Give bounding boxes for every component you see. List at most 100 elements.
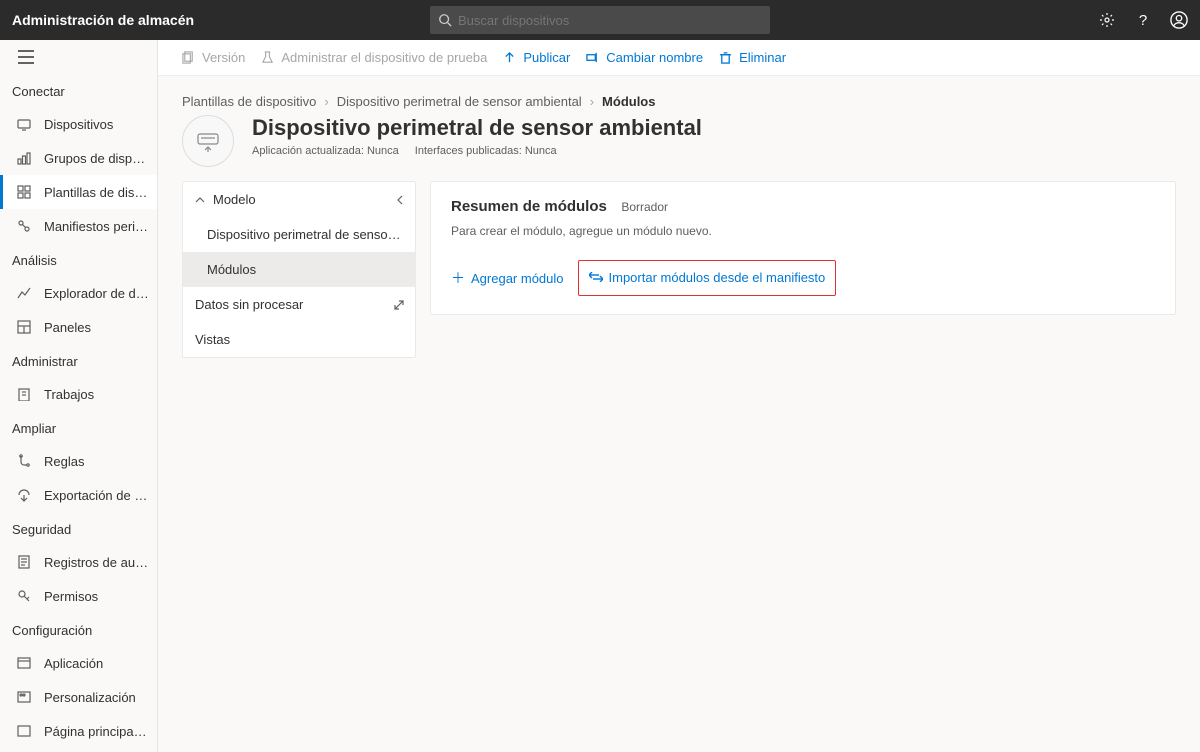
model-tree-root[interactable]: Dispositivo perimetral de sensor am... — [183, 217, 415, 252]
model-tree-vistas[interactable]: Vistas — [183, 322, 415, 357]
model-panel: Modelo Dispositivo perimetral de sensor … — [182, 181, 416, 358]
model-tree-modulos[interactable]: Módulos — [183, 252, 415, 287]
toolbar-label: Versión — [202, 50, 245, 65]
sidebar-item-pagina-principal[interactable]: Página principal de lo — [0, 714, 157, 748]
add-module-button[interactable]: ＋ Agregar módulo — [451, 268, 564, 288]
modules-help-text: Para crear el módulo, agregue un módulo … — [451, 224, 1155, 238]
home-icon — [16, 723, 32, 739]
app-title: Administración de almacén — [12, 12, 194, 28]
sidebar-item-label: Registros de auditoría — [44, 555, 149, 570]
chevron-up-icon[interactable] — [195, 195, 205, 205]
import-highlight-box: Importar módulos desde el manifiesto — [578, 260, 837, 296]
sidebar-item-aplicacion[interactable]: Aplicación — [0, 646, 157, 680]
flask-icon — [261, 51, 275, 65]
dashboard-icon — [16, 319, 32, 335]
plus-icon: ＋ — [451, 268, 465, 288]
import-icon — [589, 272, 603, 282]
version-button[interactable]: Versión — [182, 50, 245, 65]
help-icon[interactable]: ? — [1134, 11, 1152, 29]
sidebar-item-label: Permisos — [44, 589, 98, 604]
page-title: Dispositivo perimetral de sensor ambient… — [252, 115, 702, 141]
audit-icon — [16, 554, 32, 570]
chevron-right-icon: › — [590, 94, 594, 109]
chevron-right-icon: › — [324, 94, 328, 109]
breadcrumb: Plantillas de dispositivo › Dispositivo … — [158, 76, 1200, 115]
import-modules-button[interactable]: Importar módulos desde el manifiesto — [589, 270, 826, 285]
sidebar-item-label: Manifiestos perimet... — [44, 219, 149, 234]
sidebar-item-exportacion[interactable]: Exportación de datos — [0, 478, 157, 512]
button-label: Agregar módulo — [471, 271, 564, 286]
sidebar-item-plantillas[interactable]: Plantillas de dispo... — [0, 175, 157, 209]
breadcrumb-link[interactable]: Plantillas de dispositivo — [182, 94, 316, 109]
sidebar-item-label: Grupos de disposit... — [44, 151, 149, 166]
tree-item-label: Datos sin procesar — [195, 297, 303, 312]
toolbar: Versión Administrar el dispositivo de pr… — [158, 40, 1200, 76]
devices-icon — [16, 116, 32, 132]
rename-icon — [586, 51, 600, 65]
sidebar-item-label: Trabajos — [44, 387, 94, 402]
toolbar-label: Eliminar — [739, 50, 786, 65]
sidebar-item-label: Explorador de datos — [44, 286, 149, 301]
sidebar-item-label: Dispositivos — [44, 117, 113, 132]
sidebar-section-ampliar: Ampliar — [0, 411, 157, 444]
model-panel-title: Modelo — [213, 192, 256, 207]
toolbar-label: Cambiar nombre — [606, 50, 703, 65]
sidebar-item-label: Paneles — [44, 320, 91, 335]
search-input[interactable] — [430, 6, 770, 34]
sidebar-item-paneles[interactable]: Paneles — [0, 310, 157, 344]
sidebar-item-personalizacion[interactable]: Personalización — [0, 680, 157, 714]
sidebar-item-label: Página principal de lo — [44, 724, 149, 739]
delete-button[interactable]: Eliminar — [719, 50, 786, 65]
app-icon — [16, 655, 32, 671]
templates-icon — [16, 184, 32, 200]
breadcrumb-current: Módulos — [602, 94, 655, 109]
toolbar-label: Publicar — [523, 50, 570, 65]
rename-button[interactable]: Cambiar nombre — [586, 50, 703, 65]
export-icon — [16, 487, 32, 503]
modules-summary-title: Resumen de módulos — [451, 198, 607, 215]
status-badge: Borrador — [621, 200, 668, 214]
sidebar-item-auditoria[interactable]: Registros de auditoría — [0, 545, 157, 579]
sidebar-item-manifiestos[interactable]: Manifiestos perimet... — [0, 209, 157, 243]
sidebar-item-permisos[interactable]: Permisos — [0, 579, 157, 613]
sidebar-item-label: Personalización — [44, 690, 136, 705]
sidebar-section-conectar: Conectar — [0, 74, 157, 107]
sidebar-section-configuracion: Configuración — [0, 613, 157, 646]
sidebar-item-grupos[interactable]: Grupos de disposit... — [0, 141, 157, 175]
sidebar-section-seguridad: Seguridad — [0, 512, 157, 545]
rules-icon — [16, 453, 32, 469]
device-type-icon — [182, 115, 234, 167]
manifest-icon — [16, 218, 32, 234]
sidebar-item-label: Reglas — [44, 454, 84, 469]
page-sub-interfaces: Interfaces publicadas: Nunca — [415, 145, 557, 157]
settings-icon[interactable] — [1098, 11, 1116, 29]
sidebar-item-reglas[interactable]: Reglas — [0, 444, 157, 478]
groups-icon — [16, 150, 32, 166]
sidebar-item-trabajos[interactable]: Trabajos — [0, 377, 157, 411]
button-label: Importar módulos desde el manifiesto — [609, 270, 826, 285]
page-sub-app: Aplicación actualizada: Nunca — [252, 145, 399, 157]
sidebar: Conectar Dispositivos Grupos de disposit… — [0, 40, 158, 752]
sidebar-item-dispositivos[interactable]: Dispositivos — [0, 107, 157, 141]
copy-icon — [182, 51, 196, 65]
search-icon — [438, 13, 452, 27]
sidebar-section-administrar: Administrar — [0, 344, 157, 377]
publish-button[interactable]: Publicar — [503, 50, 570, 65]
chevron-left-icon[interactable] — [395, 195, 405, 205]
model-tree-datos[interactable]: Datos sin procesar — [183, 287, 415, 322]
sidebar-item-label: Plantillas de dispo... — [44, 185, 149, 200]
upload-icon — [503, 51, 517, 65]
sidebar-item-label: Exportación de datos — [44, 488, 149, 503]
sidebar-section-analisis: Análisis — [0, 243, 157, 276]
jobs-icon — [16, 386, 32, 402]
expand-icon[interactable] — [393, 299, 405, 311]
manage-test-button[interactable]: Administrar el dispositivo de prueba — [261, 50, 487, 65]
sidebar-item-explorador[interactable]: Explorador de datos — [0, 276, 157, 310]
explore-icon — [16, 285, 32, 301]
toolbar-label: Administrar el dispositivo de prueba — [281, 50, 487, 65]
hamburger-menu[interactable] — [0, 40, 157, 74]
sidebar-item-label: Aplicación — [44, 656, 103, 671]
breadcrumb-link[interactable]: Dispositivo perimetral de sensor ambient… — [337, 94, 582, 109]
account-icon[interactable] — [1170, 11, 1188, 29]
permissions-icon — [16, 588, 32, 604]
